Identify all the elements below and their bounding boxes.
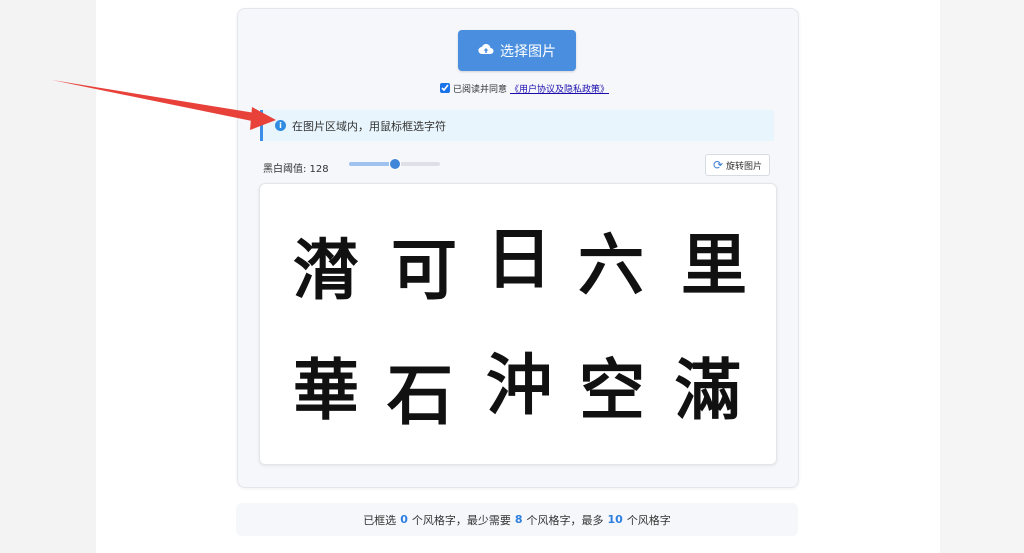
annotation-arrow — [52, 80, 276, 130]
arrow-shaft — [52, 80, 255, 121]
arrow-head-icon — [250, 107, 276, 130]
